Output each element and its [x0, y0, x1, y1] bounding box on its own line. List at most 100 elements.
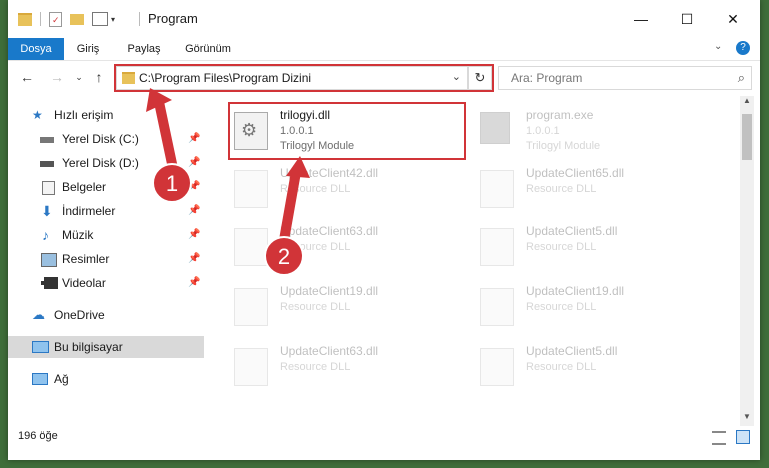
sidebar-item-disk-d[interactable]: Yerel Disk (D:) 📌 — [8, 152, 204, 174]
sidebar-item-label: İndirmeler — [62, 204, 116, 218]
sidebar-item-label: Müzik — [62, 228, 94, 242]
dll-file-icon — [234, 228, 268, 266]
scroll-thumb[interactable] — [742, 114, 752, 160]
pin-icon[interactable]: 📌 — [188, 200, 200, 222]
sidebar-item-label: Videolar — [62, 276, 106, 290]
cloud-icon: ☁ — [32, 307, 45, 322]
dll-file-icon — [480, 228, 514, 266]
file-name: UpdateClient65.dll — [526, 166, 625, 180]
scroll-up-arrow[interactable]: ▲ — [740, 96, 754, 110]
ribbon-tabs: Dosya Giriş Paylaş Görünüm ⌄ ? — [8, 38, 760, 61]
drive-icon — [40, 137, 54, 143]
documents-icon — [42, 181, 55, 195]
tab-dosya[interactable]: Dosya — [8, 38, 64, 60]
file-item[interactable]: UpdateClient19.dll Resource DLL — [230, 280, 470, 330]
file-description: Resource DLL — [526, 241, 597, 253]
annotation-highlight-file — [228, 102, 466, 160]
minimize-button[interactable]: — — [618, 6, 664, 32]
file-list: ⚙ trilogyi.dll 1.0.0.1 Trilogyl Module p… — [206, 96, 740, 414]
sidebar-item-label: Belgeler — [62, 180, 107, 194]
pin-icon[interactable]: 📌 — [188, 152, 200, 174]
search-box[interactable]: Ara: Program ⌕ — [498, 66, 752, 90]
star-icon: ★ — [32, 108, 43, 122]
maximize-button[interactable]: ☐ — [664, 6, 710, 32]
file-item[interactable]: UpdateClient42.dll Resource DLL — [230, 162, 470, 212]
recent-locations-button[interactable]: ⌄ — [70, 67, 88, 87]
pin-icon[interactable]: 📌 — [188, 272, 200, 294]
download-icon: ⬇ — [41, 203, 53, 219]
exe-file-icon — [480, 112, 510, 144]
sidebar-item-documents[interactable]: Belgeler 📌 — [8, 176, 204, 198]
music-icon: ♪ — [42, 227, 49, 243]
status-bar: 196 öğe — [8, 426, 760, 446]
file-item[interactable]: UpdateClient65.dll Resource DLL — [476, 162, 716, 212]
folder-icon[interactable] — [18, 12, 32, 26]
pin-icon[interactable]: 📌 — [188, 176, 200, 198]
file-item[interactable]: UpdateClient5.dll Resource DLL — [476, 340, 716, 390]
properties-icon[interactable]: ✓ — [49, 11, 62, 27]
network-icon — [32, 373, 48, 385]
dll-file-icon — [480, 288, 514, 326]
tab-gorunum[interactable]: Görünüm — [176, 38, 240, 60]
sidebar-item-onedrive[interactable]: ☁ OneDrive — [8, 304, 204, 326]
scroll-down-arrow[interactable]: ▼ — [740, 412, 754, 426]
sidebar-item-label: Resimler — [62, 252, 110, 266]
file-item-program-exe[interactable]: program.exe 1.0.0.1 Trilogyl Module — [476, 104, 716, 154]
tiles-view-icon[interactable] — [736, 430, 750, 444]
sidebar-item-videos[interactable]: Videolar 📌 — [8, 272, 204, 294]
file-name: program.exe — [526, 108, 594, 122]
file-description: Resource DLL — [280, 361, 351, 373]
file-item[interactable]: UpdateClient63.dll Resource DLL — [230, 220, 470, 270]
file-description: Resource DLL — [280, 183, 351, 195]
forward-button[interactable]: → — [48, 67, 66, 87]
customize-toolbar-icon[interactable] — [92, 12, 108, 26]
pin-icon[interactable]: 📌 — [188, 128, 200, 150]
new-folder-icon[interactable] — [70, 13, 84, 25]
navigation-pane: ★ Hızlı erişim Yerel Disk (C:) 📌 Yerel D… — [8, 96, 204, 414]
sidebar-item-this-pc[interactable]: Bu bilgisayar — [8, 336, 204, 358]
file-item[interactable]: UpdateClient19.dll Resource DLL — [476, 280, 716, 330]
title-bar: ✓ ▾ Program — ☐ ✕ — [8, 0, 760, 38]
vertical-scrollbar[interactable]: ▲ ▼ — [740, 96, 754, 426]
sidebar-item-music[interactable]: ♪ Müzik 📌 — [8, 224, 204, 246]
file-name: UpdateClient63.dll — [280, 224, 379, 238]
file-description: Resource DLL — [526, 301, 597, 313]
computer-icon — [32, 341, 49, 353]
help-icon[interactable]: ? — [736, 41, 750, 55]
search-input[interactable]: Ara: Program — [511, 71, 582, 85]
tab-giris[interactable]: Giriş — [64, 38, 112, 60]
sidebar-item-quick-access[interactable]: ★ Hızlı erişim — [8, 104, 204, 126]
navigation-bar: ← → ⌄ ↑ C:\Program Files\Program Dizini … — [8, 61, 760, 93]
divider — [40, 12, 41, 26]
dll-file-icon — [234, 170, 268, 208]
item-count: 196 öğe — [18, 430, 58, 442]
quick-access-toolbar: ✓ ▾ — [18, 10, 115, 28]
dll-file-icon — [480, 170, 514, 208]
file-item[interactable]: UpdateClient63.dll Resource DLL — [230, 340, 470, 390]
sidebar-item-disk-c[interactable]: Yerel Disk (C:) 📌 — [8, 128, 204, 150]
pin-icon[interactable]: 📌 — [188, 224, 200, 246]
pin-icon[interactable]: 📌 — [188, 248, 200, 270]
tab-paylas[interactable]: Paylaş — [118, 38, 170, 60]
chevron-down-icon[interactable]: ▾ — [111, 15, 115, 24]
file-description: Resource DLL — [526, 183, 597, 195]
dll-file-icon — [234, 288, 268, 326]
sidebar-item-label: OneDrive — [54, 308, 105, 322]
sidebar-item-downloads[interactable]: ⬇ İndirmeler 📌 — [8, 200, 204, 222]
sidebar-item-network[interactable]: Ağ — [8, 368, 204, 390]
close-button[interactable]: ✕ — [710, 6, 756, 32]
file-description: Resource DLL — [526, 361, 597, 373]
sidebar-item-label: Ağ — [54, 372, 69, 386]
file-name: UpdateClient19.dll — [526, 284, 625, 298]
explorer-window: ✓ ▾ Program — ☐ ✕ Dosya Giriş Paylaş Gör… — [8, 0, 760, 460]
file-description: Resource DLL — [280, 301, 351, 313]
back-button[interactable]: ← — [18, 67, 36, 87]
file-name: UpdateClient5.dll — [526, 344, 618, 358]
file-description: Trilogyl Module — [526, 140, 601, 152]
up-button[interactable]: ↑ — [90, 67, 108, 87]
file-item[interactable]: UpdateClient5.dll Resource DLL — [476, 220, 716, 270]
details-view-icon[interactable] — [712, 431, 726, 445]
sidebar-item-label: Yerel Disk (D:) — [62, 156, 139, 170]
ribbon-expand-icon[interactable]: ⌄ — [714, 41, 722, 52]
sidebar-item-pictures[interactable]: Resimler 📌 — [8, 248, 204, 270]
